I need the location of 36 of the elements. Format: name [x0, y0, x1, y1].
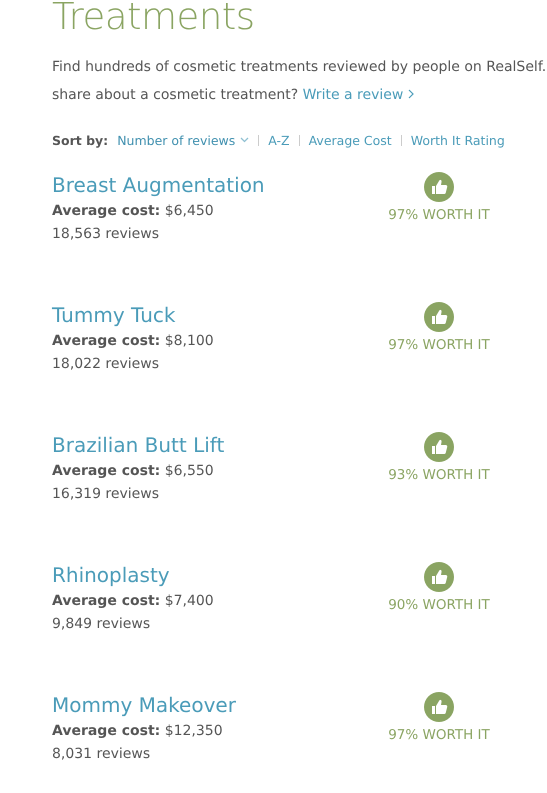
treatment-name-link[interactable]: Mommy Makeover [52, 692, 236, 718]
intro-text: Find hundreds of cosmetic treatments reviewed by people on RealSelf. [52, 59, 546, 75]
average-cost: Average cost: $7,400 [52, 592, 215, 611]
page-title: Treatments [52, 0, 256, 40]
review-count: 18,563 reviews [52, 225, 160, 244]
sort-option[interactable]: Average Cost [308, 132, 392, 148]
worth-it-rating: 97% WORTH IT [388, 207, 490, 223]
review-count: 18,022 reviews [52, 355, 160, 374]
thumbs-up-icon [424, 302, 454, 332]
chevron-down-icon [240, 137, 250, 143]
write-review-link[interactable]: Write a review [302, 87, 414, 103]
review-count: 16,319 reviews [52, 485, 160, 504]
treatment-name-link[interactable]: Rhinoplasty [52, 562, 170, 588]
thumbs-up-icon [424, 172, 454, 202]
treatment-name-link[interactable]: Brazilian Butt Lift [52, 432, 224, 458]
worth-it-rating: 90% WORTH IT [388, 597, 490, 613]
worth-it-rating: 97% WORTH IT [388, 337, 490, 353]
worth-it-rating: 93% WORTH IT [388, 467, 490, 483]
sort-label: Sort by: [52, 132, 108, 148]
sort-option[interactable]: Number of reviews [117, 132, 250, 148]
treatment-name-link[interactable]: Tummy Tuck [52, 302, 176, 328]
treatment-name-link[interactable]: Breast Augmentation [52, 172, 265, 198]
average-cost: Average cost: $8,100 [52, 332, 215, 351]
review-count: 8,031 reviews [52, 745, 152, 764]
thumbs-up-icon [424, 432, 454, 462]
average-cost: Average cost: $6,450 [52, 202, 215, 221]
worth-it-rating: 97% WORTH IT [388, 727, 490, 743]
thumbs-up-icon [424, 562, 454, 592]
sort-option[interactable]: Worth It Rating [410, 132, 505, 148]
thumbs-up-icon [424, 692, 454, 722]
average-cost: Average cost: $12,350 [52, 722, 224, 741]
average-cost: Average cost: $6,550 [52, 462, 215, 481]
review-count: 9,849 reviews [52, 615, 152, 634]
chevron-right-icon [408, 89, 414, 99]
sort-option[interactable]: A-Z [268, 132, 290, 148]
intro-text: share about a cosmetic treatment? [52, 87, 298, 103]
